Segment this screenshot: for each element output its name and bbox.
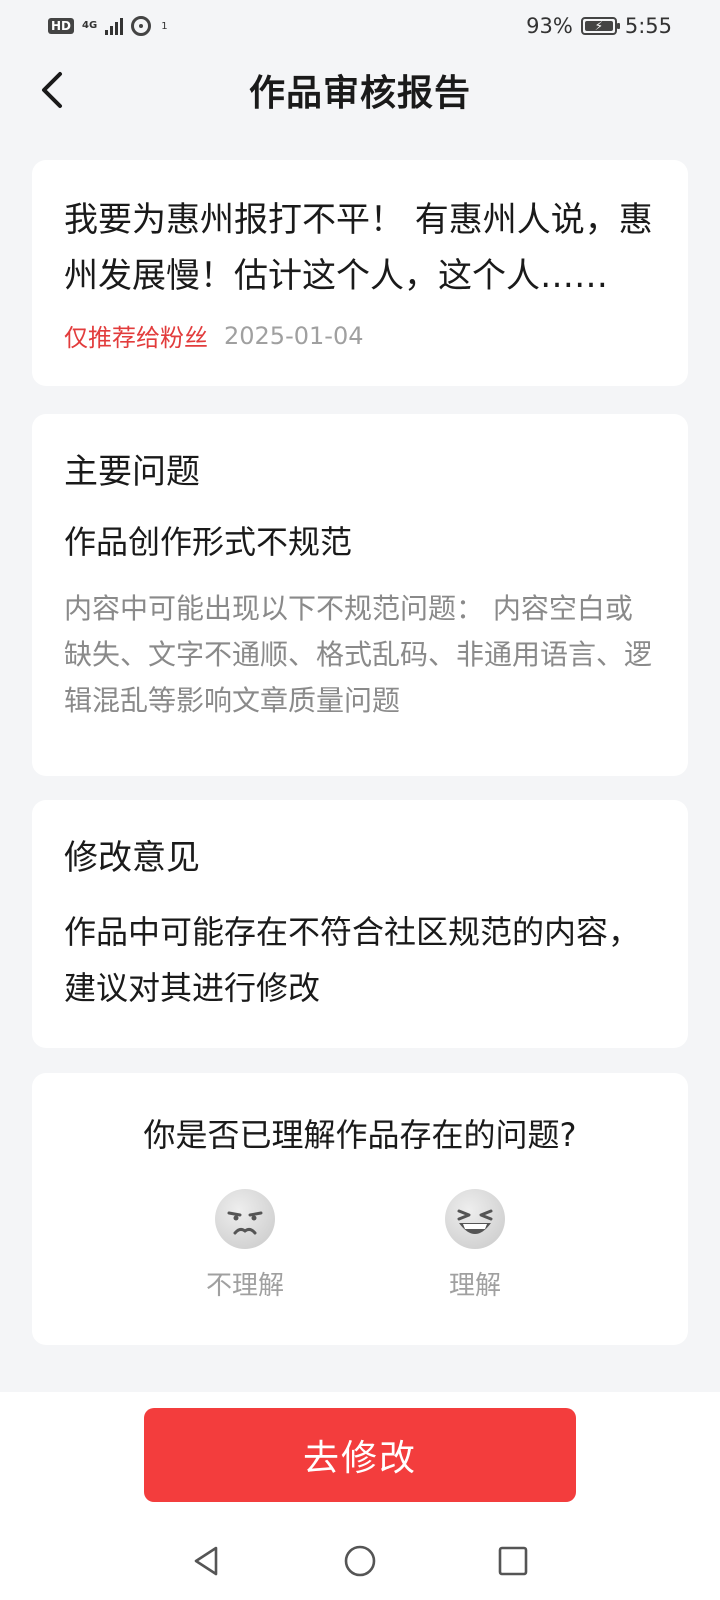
- nav-recents-button[interactable]: [493, 1541, 533, 1581]
- issue-name: 作品创作形式不规范: [64, 523, 353, 561]
- issue-description: 内容中可能出现以下不规范问题： 内容空白或缺失、文字不通顺、格式乱码、非通用语言…: [64, 592, 653, 717]
- advice-text: 作品中可能存在不符合社区规范的内容，建议对其进行修改: [64, 913, 641, 1007]
- issue-heading: 主要问题: [64, 452, 200, 492]
- not-understand-button[interactable]: 不理解: [180, 1189, 310, 1302]
- feedback-options: 不理解 理解: [64, 1189, 656, 1302]
- back-button[interactable]: [28, 66, 76, 114]
- understand-button[interactable]: 理解: [410, 1189, 540, 1302]
- article-card[interactable]: 我要为惠州报打不平！ 有惠州人说，惠州发展慢！估计这个人，这个人…… 仅推荐给粉…: [32, 160, 688, 386]
- hotspot-icon: [131, 16, 152, 36]
- clock: 5:55: [624, 14, 672, 38]
- status-left: HD 4G 1: [48, 16, 168, 36]
- network-type: 4G: [82, 20, 98, 31]
- feedback-question: 你是否已理解作品存在的问题?: [143, 1116, 577, 1154]
- battery-icon: ⚡: [580, 17, 620, 35]
- option-label: 理解: [448, 1271, 501, 1301]
- laughing-face-icon: [445, 1189, 505, 1249]
- bottom-action-area: 去修改: [0, 1392, 720, 1600]
- nav-home-button[interactable]: [340, 1541, 380, 1581]
- feedback-card: 你是否已理解作品存在的问题? 不理解 理解: [32, 1073, 688, 1345]
- advice-card: 修改意见 作品中可能存在不符合社区规范的内容，建议对其进行修改: [32, 800, 688, 1048]
- advice-heading: 修改意见: [64, 838, 200, 878]
- article-title: 我要为惠州报打不平！ 有惠州人说，惠州发展慢！估计这个人，这个人……: [64, 200, 653, 296]
- status-bar: HD 4G 1 93% ⚡ 5:55: [0, 0, 720, 52]
- triangle-back-icon: [194, 1546, 217, 1576]
- page-header: 作品审核报告: [0, 52, 720, 128]
- main-issue-card: 主要问题 作品创作形式不规范 内容中可能出现以下不规范问题： 内容空白或缺失、文…: [32, 414, 688, 776]
- publish-date: 2025-01-04: [224, 321, 364, 350]
- hotspot-count: 1: [161, 20, 168, 32]
- chevron-left-icon: [42, 72, 62, 108]
- edit-button[interactable]: 去修改: [144, 1408, 576, 1502]
- signal-icon: [105, 17, 124, 35]
- status-right: 93% ⚡ 5:55: [526, 14, 672, 38]
- circle-home-icon: [344, 1545, 376, 1577]
- page-title: 作品审核报告: [248, 73, 471, 114]
- option-label: 不理解: [205, 1271, 284, 1301]
- nav-back-button[interactable]: [187, 1541, 227, 1581]
- article-meta: 仅推荐给粉丝 2025-01-04: [64, 318, 656, 353]
- system-nav-bar: [0, 1522, 720, 1600]
- battery-percent: 93%: [526, 14, 573, 38]
- audience-tag: 仅推荐给粉丝: [64, 324, 208, 352]
- hd-badge: HD: [48, 18, 75, 34]
- unamused-face-icon: [215, 1189, 275, 1249]
- square-recents-icon: [499, 1546, 528, 1576]
